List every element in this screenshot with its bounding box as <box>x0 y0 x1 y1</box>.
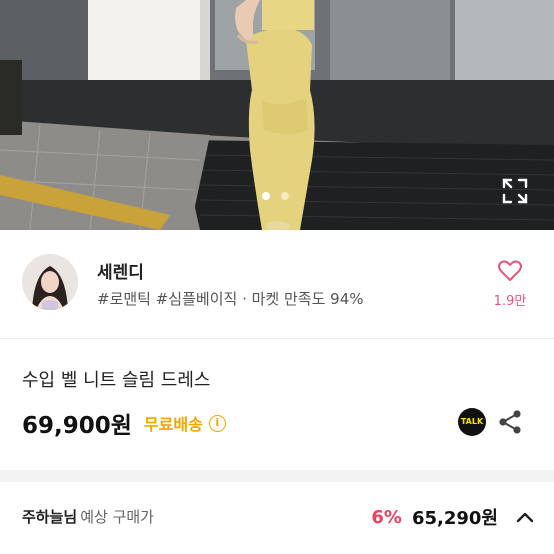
product-image-carousel[interactable] <box>0 0 554 230</box>
expand-icon[interactable] <box>500 176 530 206</box>
product-title: 수입 벨 니트 슬림 드레스 <box>22 370 211 391</box>
member-price-label: 예상 구매가 <box>80 508 154 526</box>
carousel-indicator <box>262 192 289 200</box>
divider <box>0 338 554 339</box>
seller-name[interactable]: 세렌디 <box>97 258 144 283</box>
shipping-badge: 무료배송 <box>143 415 203 434</box>
member-price: 65,290원 <box>411 508 498 529</box>
member-price-summary: 6% 65,290원 <box>371 504 534 530</box>
carousel-dot[interactable] <box>281 192 289 200</box>
chevron-up-icon[interactable] <box>516 511 534 523</box>
section-separator <box>0 470 554 482</box>
like-count: 1.9만 <box>493 294 527 309</box>
info-icon[interactable]: i <box>208 414 226 432</box>
share-icon[interactable] <box>497 409 523 435</box>
member-price-row[interactable]: 주하늘님 예상 구매가 6% 65,290원 <box>22 506 534 532</box>
seller-info[interactable]: 세렌디 #로맨틱 #심플베이직 · 마켓 만족도 94% 1.9만 <box>0 230 554 338</box>
member-name: 주하늘님 <box>22 508 78 526</box>
seller-avatar[interactable] <box>22 254 78 310</box>
price-row: 69,900원 무료배송 i <box>22 406 226 440</box>
discount-rate: 6% <box>371 506 402 528</box>
heart-outline-icon <box>498 260 522 281</box>
kakao-talk-button[interactable]: TALK <box>458 408 486 436</box>
seller-tags: #로맨틱 #심플베이직 · 마켓 만족도 94% <box>97 290 364 308</box>
product-price: 69,900원 <box>22 413 132 439</box>
like-button[interactable]: 1.9만 <box>488 260 532 309</box>
carousel-dot[interactable] <box>262 192 270 200</box>
